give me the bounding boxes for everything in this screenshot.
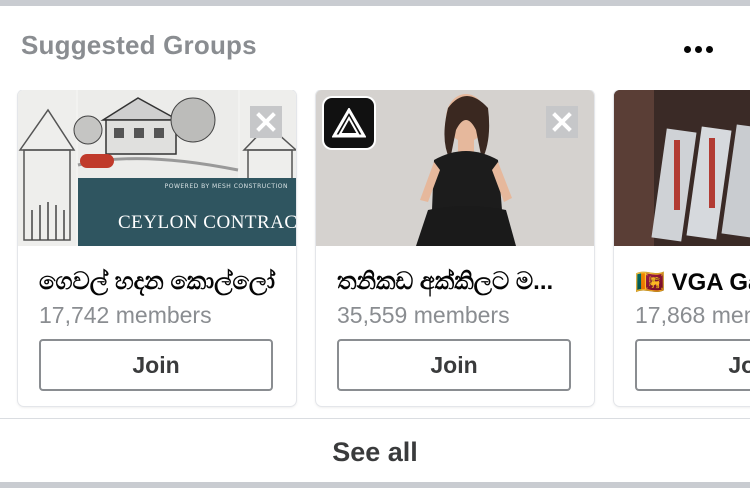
dismiss-button[interactable] xyxy=(546,106,578,138)
more-dots-icon xyxy=(684,45,691,53)
bottom-separator xyxy=(0,482,750,488)
join-button[interactable]: Join xyxy=(39,339,273,391)
group-card[interactable]: 🇱🇰 VGA Gaming 17,868 members Join xyxy=(614,90,750,406)
group-card[interactable]: POWERED BY MESH CONSTRUCTION CEYLON CONT… xyxy=(18,90,296,406)
suggested-groups-panel: Suggested Groups POWERED BY MESH CONSTRU… xyxy=(0,6,750,482)
group-members-count: 35,559 members xyxy=(337,302,510,328)
cover-small-caption: POWERED BY MESH CONSTRUCTION xyxy=(164,183,288,190)
group-members-count: 17,868 members xyxy=(635,302,750,328)
join-button[interactable]: Join xyxy=(337,339,571,391)
close-icon xyxy=(552,112,572,132)
sri-lanka-flag-icon: 🇱🇰 xyxy=(635,269,665,296)
close-icon xyxy=(256,112,276,132)
more-dots-icon xyxy=(706,45,713,53)
group-cover-image: POWERED BY MESH CONSTRUCTION CEYLON CONT… xyxy=(18,90,296,246)
see-all-button[interactable]: See all xyxy=(0,422,750,482)
cover-brand-text: CEYLON CONTRACTOR xyxy=(118,212,296,233)
join-button[interactable]: Join xyxy=(635,339,750,391)
group-logo xyxy=(324,98,374,148)
groups-carousel[interactable]: POWERED BY MESH CONSTRUCTION CEYLON CONT… xyxy=(0,90,750,412)
group-name[interactable]: 🇱🇰 VGA Gaming xyxy=(635,268,750,297)
more-options-button[interactable] xyxy=(684,38,724,60)
triangle-logo-icon xyxy=(332,108,366,138)
section-title: Suggested Groups xyxy=(21,30,257,60)
more-dots-icon xyxy=(695,45,702,53)
group-cover-image xyxy=(614,90,750,246)
group-card[interactable]: තනිකඩ අක්කිලට ම... 35,559 members Join xyxy=(316,90,594,406)
section-divider xyxy=(0,418,750,419)
dismiss-button[interactable] xyxy=(250,106,282,138)
group-members-count: 17,742 members xyxy=(39,302,212,328)
group-cover-image xyxy=(316,90,594,246)
group-name[interactable]: තනිකඩ අක්කිලට ම... xyxy=(337,268,553,296)
group-name[interactable]: ගෙවල් හදන කොල්ලෝ xyxy=(39,268,275,296)
